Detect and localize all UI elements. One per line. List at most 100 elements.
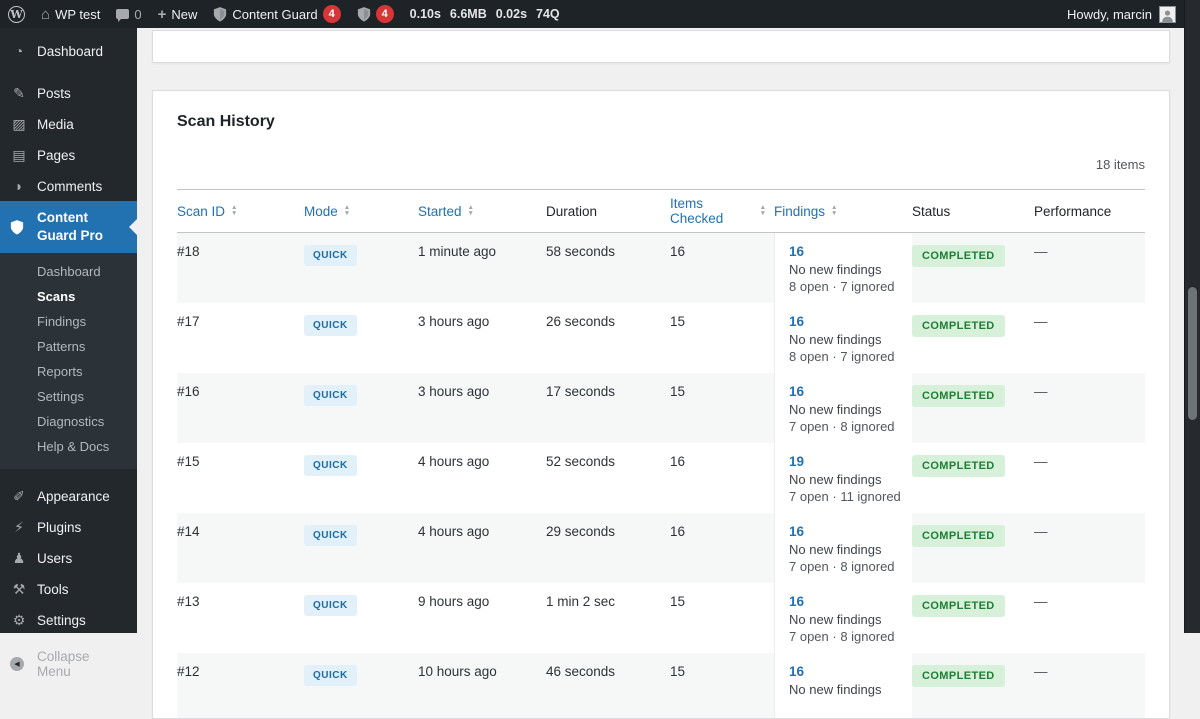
- findings-breakdown: 8 open · 7 ignored: [789, 349, 904, 366]
- pushpin-icon: ✎: [10, 85, 28, 102]
- vertical-scrollbar-thumb[interactable]: [1188, 287, 1197, 420]
- findings-count-link[interactable]: 16: [789, 664, 904, 679]
- pages-icon: ▤: [10, 147, 28, 164]
- sidebar-item-comments[interactable]: ◗ Comments: [0, 171, 137, 201]
- howdy-account-link[interactable]: Howdy, marcin: [1067, 7, 1152, 22]
- guard-alerts-menu[interactable]: 4: [349, 0, 402, 28]
- findings-summary: No new findings: [789, 612, 904, 629]
- mode-badge: QUICK: [304, 385, 357, 406]
- submenu-item-settings[interactable]: Settings: [0, 384, 137, 409]
- submenu-item-dashboard[interactable]: Dashboard: [0, 259, 137, 284]
- cell-started: 1 minute ago: [418, 233, 546, 303]
- plugin-icon: ⚡: [10, 519, 28, 536]
- sidebar-item-appearance[interactable]: ✐ Appearance: [0, 481, 137, 512]
- gear-icon: ⚙: [10, 612, 28, 629]
- findings-count-link[interactable]: 16: [789, 524, 904, 539]
- findings-summary: No new findings: [789, 472, 904, 489]
- admin-sidebar: ◔ Dashboard ✎ Posts ▨ Media ▤ Pages ◗ Co…: [0, 28, 137, 633]
- mode-badge: QUICK: [304, 525, 357, 546]
- current-menu-arrow: [121, 219, 137, 235]
- content-guard-menu[interactable]: Content Guard 4: [205, 0, 348, 28]
- table-row: #13 QUICK 9 hours ago 1 min 2 sec 15 16 …: [177, 583, 1145, 653]
- findings-count-link[interactable]: 16: [789, 384, 904, 399]
- cell-items-checked: 15: [670, 373, 774, 443]
- column-header-findings[interactable]: Findings ▲▼: [774, 190, 912, 232]
- wordpress-menu[interactable]: W: [0, 0, 33, 28]
- cell-mode: QUICK: [304, 443, 418, 513]
- column-header-scan-id[interactable]: Scan ID ▲▼: [177, 190, 304, 232]
- site-name: WP test: [55, 7, 100, 22]
- findings-count-link[interactable]: 16: [789, 244, 904, 259]
- submenu-item-scans[interactable]: Scans: [0, 284, 137, 309]
- findings-summary: No new findings: [789, 402, 904, 419]
- findings-summary: No new findings: [789, 542, 904, 559]
- cell-performance: —: [1034, 443, 1145, 513]
- sidebar-item-tools[interactable]: ⚒ Tools: [0, 574, 137, 605]
- performance-value: —: [1034, 664, 1048, 679]
- mode-badge: QUICK: [304, 595, 357, 616]
- avatar[interactable]: [1159, 6, 1176, 23]
- paintbrush-icon: ✐: [10, 488, 28, 505]
- comment-bubble-icon: [116, 9, 129, 19]
- column-header-mode[interactable]: Mode ▲▼: [304, 190, 418, 232]
- submenu-item-diagnostics[interactable]: Diagnostics: [0, 409, 137, 434]
- table-row: #14 QUICK 4 hours ago 29 seconds 16 16 N…: [177, 513, 1145, 583]
- status-badge: COMPLETED: [912, 665, 1005, 687]
- sidebar-item-plugins[interactable]: ⚡ Plugins: [0, 512, 137, 543]
- cell-status: COMPLETED: [912, 653, 1034, 718]
- cell-mode: QUICK: [304, 233, 418, 303]
- new-content-menu[interactable]: + New: [150, 0, 206, 28]
- cell-duration: 29 seconds: [546, 513, 670, 583]
- admin-content: Scan History 18 items Scan ID ▲▼ Mode ▲▼…: [137, 28, 1184, 719]
- shield-icon: [10, 220, 28, 235]
- home-icon: ⌂: [41, 7, 50, 22]
- cell-scan-id: #16: [177, 373, 304, 443]
- mode-badge: QUICK: [304, 665, 357, 686]
- sidebar-item-dashboard[interactable]: ◔ Dashboard: [0, 36, 137, 66]
- submenu-item-help-docs[interactable]: Help & Docs: [0, 434, 137, 459]
- cell-started: 3 hours ago: [418, 373, 546, 443]
- findings-count-link[interactable]: 19: [789, 454, 904, 469]
- sidebar-item-users[interactable]: ♟ Users: [0, 543, 137, 574]
- submenu-item-reports[interactable]: Reports: [0, 359, 137, 384]
- column-header-items-checked[interactable]: Items Checked ▲▼: [670, 190, 774, 232]
- stat-value: 74Q: [536, 7, 560, 21]
- admin-bar: W ⌂ WP test 0 + New Content Guard 4 4 0.…: [0, 0, 1200, 28]
- findings-count-link[interactable]: 16: [789, 314, 904, 329]
- column-header-started[interactable]: Started ▲▼: [418, 190, 546, 232]
- findings-summary: No new findings: [789, 682, 904, 699]
- comments-link[interactable]: 0: [108, 0, 149, 28]
- cell-status: COMPLETED: [912, 373, 1034, 443]
- submenu-item-patterns[interactable]: Patterns: [0, 334, 137, 359]
- cell-duration: 52 seconds: [546, 443, 670, 513]
- sidebar-item-settings[interactable]: ⚙ Settings: [0, 605, 137, 636]
- cell-findings: 16 No new findings 8 open · 7 ignored: [774, 303, 912, 373]
- findings-count-link[interactable]: 16: [789, 594, 904, 609]
- cell-started: 10 hours ago: [418, 653, 546, 718]
- sidebar-item-media[interactable]: ▨ Media: [0, 109, 137, 140]
- cell-scan-id: #17: [177, 303, 304, 373]
- sort-arrows-icon: ▲▼: [231, 205, 237, 217]
- column-header-duration: Duration: [546, 190, 670, 232]
- sort-arrows-icon: ▲▼: [760, 205, 766, 217]
- cell-duration: 17 seconds: [546, 373, 670, 443]
- sidebar-item-content-guard-pro[interactable]: Content Guard Pro: [0, 201, 137, 253]
- mode-badge: QUICK: [304, 455, 357, 476]
- cell-findings: 16 No new findings: [774, 653, 912, 718]
- submenu-item-findings[interactable]: Findings: [0, 309, 137, 334]
- cell-started: 4 hours ago: [418, 513, 546, 583]
- dashboard-icon: ◔: [10, 43, 28, 59]
- vertical-scrollbar-track[interactable]: [1184, 0, 1200, 633]
- sidebar-item-posts[interactable]: ✎ Posts: [0, 78, 137, 109]
- cell-duration: 26 seconds: [546, 303, 670, 373]
- stat-value: 0.10s: [410, 7, 441, 21]
- comments-count: 0: [134, 7, 141, 22]
- cell-findings: 16 No new findings 7 open · 8 ignored: [774, 583, 912, 653]
- sidebar-item-pages[interactable]: ▤ Pages: [0, 140, 137, 171]
- sort-arrows-icon: ▲▼: [468, 205, 474, 217]
- site-name-link[interactable]: ⌂ WP test: [33, 0, 108, 28]
- cell-items-checked: 15: [670, 303, 774, 373]
- cell-mode: QUICK: [304, 513, 418, 583]
- cell-started: 9 hours ago: [418, 583, 546, 653]
- performance-value: —: [1034, 594, 1048, 609]
